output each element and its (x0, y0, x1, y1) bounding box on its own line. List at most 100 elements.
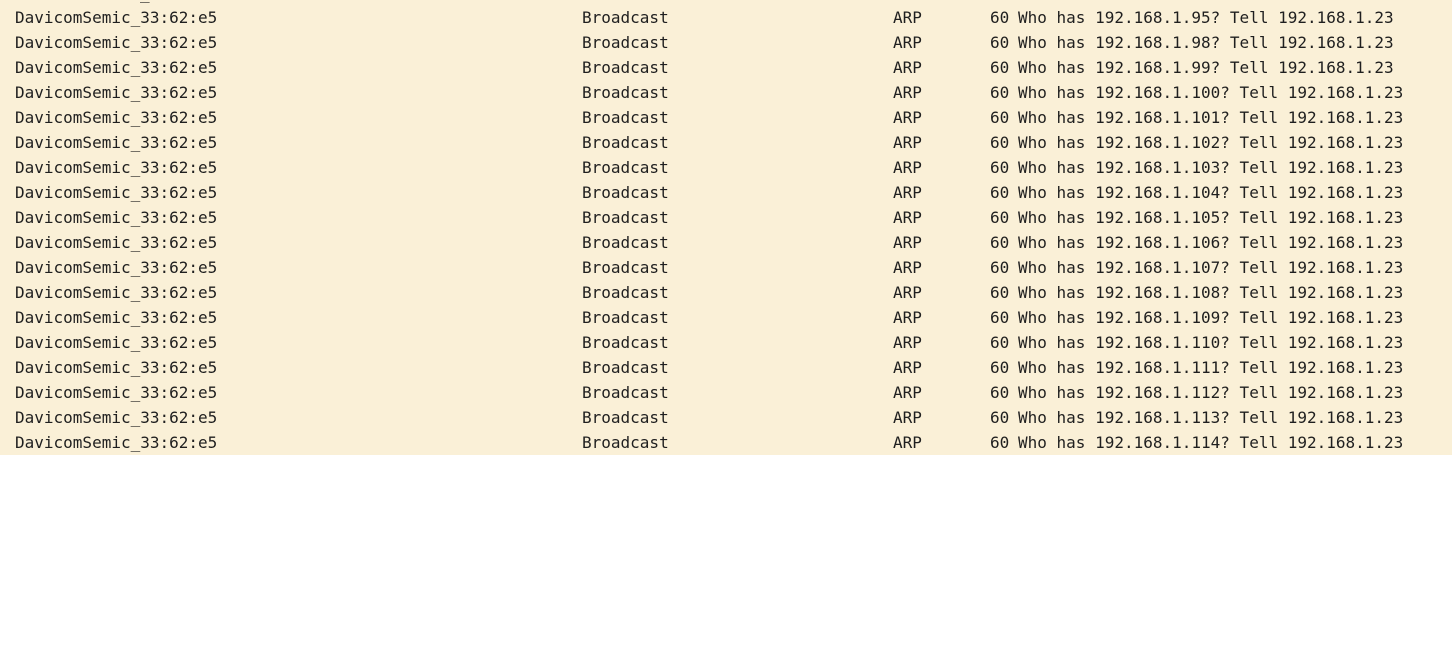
protocol-cell: ARP (893, 408, 922, 427)
destination-cell: Broadcast (582, 208, 669, 227)
destination-cell: Broadcast (582, 133, 669, 152)
info-cell: Who has 192.168.1.99? Tell 192.168.1.23 (1018, 58, 1394, 77)
protocol-cell: ARP (893, 308, 922, 327)
source-cell: DavicomSemic_33:62:e5 (15, 333, 218, 352)
info-cell: Who has 192.168.1.102? Tell 192.168.1.23 (1018, 133, 1404, 152)
destination-cell: Broadcast (582, 158, 669, 177)
source-cell: DavicomSemic_33:62:e5 (15, 133, 218, 152)
destination-cell: Broadcast (582, 383, 669, 402)
length-cell: 60 (990, 208, 1010, 227)
info-cell: Who has 192.168.1.95? Tell 192.168.1.23 (1018, 8, 1394, 27)
length-cell: 60 (990, 383, 1010, 402)
destination-cell: Broadcast (582, 283, 669, 302)
length-cell: 60 (990, 33, 1010, 52)
length-cell: 60 (990, 183, 1010, 202)
packet-row[interactable]: DavicomSemic_33:62:e5 Broadcast ARP 60 Who h… (0, 30, 1452, 55)
length-cell: 60 (990, 433, 1010, 452)
source-cell: DavicomSemic_33:62:e5 (15, 8, 218, 27)
source-cell: DavicomSemic_33:62:e5 (15, 283, 218, 302)
destination-cell: Broadcast (582, 108, 669, 127)
destination-cell: Broadcast (582, 8, 669, 27)
packet-row[interactable]: DavicomSemic_33:62:e5 Broadcast ARP 60 Who h… (0, 380, 1452, 405)
protocol-cell: ARP (893, 208, 922, 227)
protocol-cell: ARP (893, 183, 922, 202)
packet-row[interactable]: DavicomSemic_33:62:e5 Broadcast ARP 60 Who h… (0, 430, 1452, 455)
source-cell: DavicomSemic_33:62:e5 (15, 358, 218, 377)
info-cell: Who has 192.168.1.114? Tell 192.168.1.23 (1018, 433, 1404, 452)
source-cell: DavicomSemic_33:62:e5 (15, 208, 218, 227)
source-cell: DavicomSemic_33:62:e5 (15, 83, 218, 102)
packet-row[interactable]: DavicomSemic_33:62:e5 Broadcast ARP 60 Who h… (0, 205, 1452, 230)
info-cell: Who has 192.168.1.100? Tell 192.168.1.23 (1018, 83, 1404, 102)
protocol-cell: ARP (893, 433, 922, 452)
packet-row[interactable]: DavicomSemic_33:62:e5 Broadcast ARP 60 Who h… (0, 305, 1452, 330)
protocol-cell: ARP (893, 333, 922, 352)
packet-row[interactable]: DavicomSemic_33:62:e5 Broadcast ARP 60 Who h… (0, 230, 1452, 255)
length-cell: 60 (990, 408, 1010, 427)
source-cell: DavicomSemic_33:62:e5 (15, 433, 218, 452)
info-cell: Who has 192.168.1.113? Tell 192.168.1.23 (1018, 408, 1404, 427)
source-cell: DavicomSemic_33:62:e5 (15, 58, 218, 77)
packet-row[interactable]: DavicomSemic_33:62:e5 Broadcast ARP 60 Who h… (0, 180, 1452, 205)
source-cell: DavicomSemic_33:62:e5 (15, 408, 218, 427)
source-cell: DavicomSemic_33:62:e5 (15, 158, 218, 177)
partial-glyph: _ (140, 0, 150, 3)
source-cell: DavicomSemic_33:62:e5 (15, 108, 218, 127)
info-cell: Who has 192.168.1.107? Tell 192.168.1.23 (1018, 258, 1404, 277)
length-cell: 60 (990, 8, 1010, 27)
protocol-cell: ARP (893, 283, 922, 302)
protocol-cell: ARP (893, 133, 922, 152)
source-cell: DavicomSemic_33:62:e5 (15, 33, 218, 52)
protocol-cell: ARP (893, 158, 922, 177)
info-cell: Who has 192.168.1.108? Tell 192.168.1.23 (1018, 283, 1404, 302)
packet-list: _ DavicomSemic_33:62:e5 Broadcast ARP 60 Who… (0, 0, 1452, 455)
info-cell: Who has 192.168.1.101? Tell 192.168.1.23 (1018, 108, 1404, 127)
length-cell: 60 (990, 83, 1010, 102)
length-cell: 60 (990, 358, 1010, 377)
destination-cell: Broadcast (582, 333, 669, 352)
destination-cell: Broadcast (582, 233, 669, 252)
destination-cell: Broadcast (582, 308, 669, 327)
info-cell: Who has 192.168.1.111? Tell 192.168.1.23 (1018, 358, 1404, 377)
packet-row[interactable]: DavicomSemic_33:62:e5 Broadcast ARP 60 Who h… (0, 355, 1452, 380)
protocol-cell: ARP (893, 383, 922, 402)
packet-row[interactable]: DavicomSemic_33:62:e5 Broadcast ARP 60 Who h… (0, 255, 1452, 280)
source-cell: DavicomSemic_33:62:e5 (15, 258, 218, 277)
packet-row[interactable]: DavicomSemic_33:62:e5 Broadcast ARP 60 Who h… (0, 405, 1452, 430)
length-cell: 60 (990, 258, 1010, 277)
length-cell: 60 (990, 108, 1010, 127)
destination-cell: Broadcast (582, 33, 669, 52)
source-cell: DavicomSemic_33:62:e5 (15, 233, 218, 252)
protocol-cell: ARP (893, 58, 922, 77)
destination-cell: Broadcast (582, 183, 669, 202)
destination-cell: Broadcast (582, 433, 669, 452)
info-cell: Who has 192.168.1.106? Tell 192.168.1.23 (1018, 233, 1404, 252)
packet-row[interactable]: DavicomSemic_33:62:e5 Broadcast ARP 60 Who h… (0, 5, 1452, 30)
info-cell: Who has 192.168.1.112? Tell 192.168.1.23 (1018, 383, 1404, 402)
destination-cell: Broadcast (582, 58, 669, 77)
packet-row[interactable]: DavicomSemic_33:62:e5 Broadcast ARP 60 Who h… (0, 80, 1452, 105)
protocol-cell: ARP (893, 33, 922, 52)
length-cell: 60 (990, 58, 1010, 77)
info-cell: Who has 192.168.1.109? Tell 192.168.1.23 (1018, 308, 1404, 327)
protocol-cell: ARP (893, 83, 922, 102)
length-cell: 60 (990, 233, 1010, 252)
info-cell: Who has 192.168.1.103? Tell 192.168.1.23 (1018, 158, 1404, 177)
destination-cell: Broadcast (582, 408, 669, 427)
length-cell: 60 (990, 283, 1010, 302)
packet-row[interactable]: DavicomSemic_33:62:e5 Broadcast ARP 60 Who h… (0, 55, 1452, 80)
source-cell: DavicomSemic_33:62:e5 (15, 308, 218, 327)
packet-row[interactable]: DavicomSemic_33:62:e5 Broadcast ARP 60 Who h… (0, 155, 1452, 180)
packet-row[interactable]: DavicomSemic_33:62:e5 Broadcast ARP 60 Who h… (0, 105, 1452, 130)
destination-cell: Broadcast (582, 258, 669, 277)
length-cell: 60 (990, 158, 1010, 177)
protocol-cell: ARP (893, 358, 922, 377)
length-cell: 60 (990, 333, 1010, 352)
protocol-cell: ARP (893, 258, 922, 277)
info-cell: Who has 192.168.1.104? Tell 192.168.1.23 (1018, 183, 1404, 202)
packet-row[interactable]: DavicomSemic_33:62:e5 Broadcast ARP 60 Who h… (0, 280, 1452, 305)
source-cell: DavicomSemic_33:62:e5 (15, 183, 218, 202)
protocol-cell: ARP (893, 8, 922, 27)
packet-row[interactable]: DavicomSemic_33:62:e5 Broadcast ARP 60 Who h… (0, 330, 1452, 355)
packet-row[interactable]: DavicomSemic_33:62:e5 Broadcast ARP 60 Who h… (0, 130, 1452, 155)
